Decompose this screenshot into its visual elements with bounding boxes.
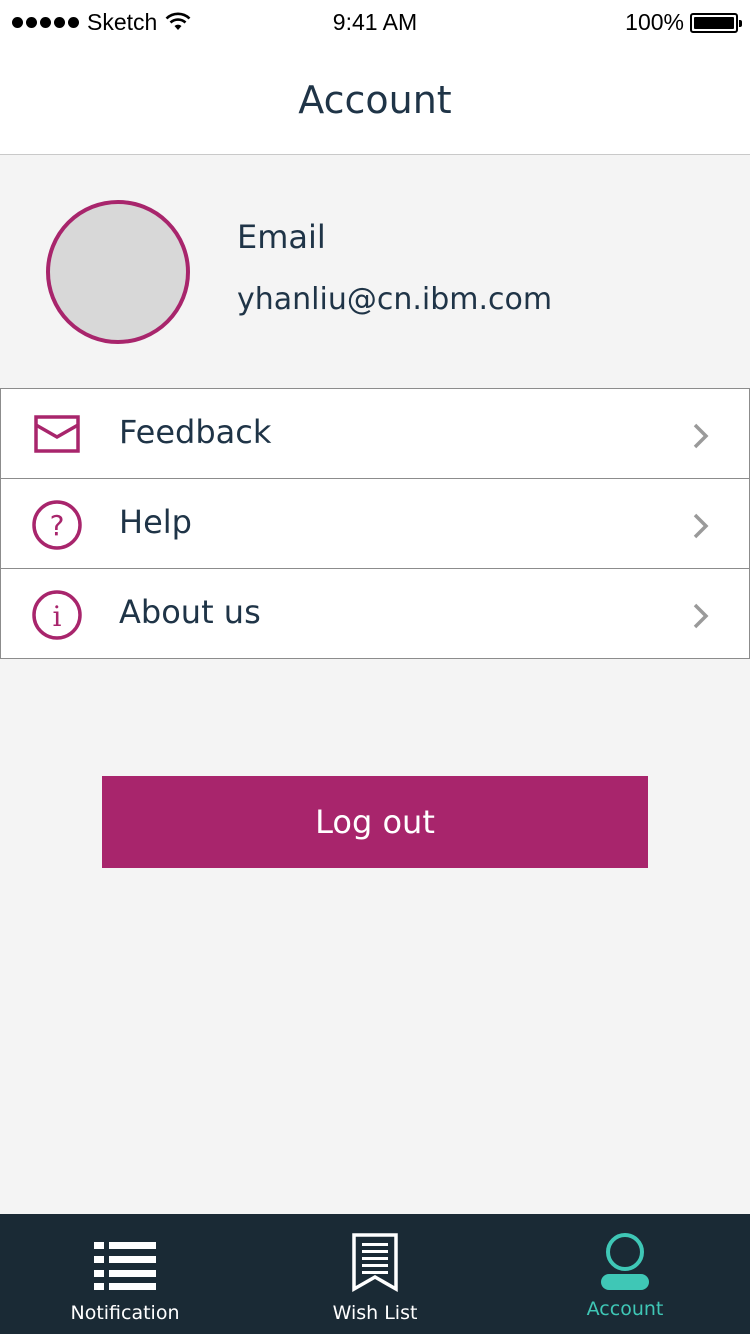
avatar[interactable] <box>46 200 190 344</box>
bookmark-document-icon <box>352 1233 398 1292</box>
battery-icon <box>690 12 742 33</box>
status-right: 100% <box>625 9 742 36</box>
person-icon <box>601 1233 649 1290</box>
tab-label: Wish List <box>332 1302 418 1324</box>
menu-item-help[interactable]: ? Help <box>1 479 749 569</box>
menu-item-label: About us <box>119 593 261 631</box>
email-value: yhanliu@cn.ibm.com <box>237 282 553 317</box>
envelope-icon <box>34 415 80 453</box>
info-icon: i <box>32 590 82 640</box>
page-title: Account <box>298 78 452 122</box>
chevron-right-icon <box>693 603 709 629</box>
svg-text:?: ? <box>50 509 65 542</box>
menu-item-label: Help <box>119 503 192 541</box>
battery-percentage: 100% <box>625 9 684 35</box>
menu-item-feedback[interactable]: Feedback <box>1 389 749 479</box>
email-label: Email <box>237 218 326 256</box>
tab-bar: Notification Wish List Account <box>0 1214 750 1334</box>
tab-account[interactable]: Account <box>500 1214 750 1334</box>
svg-text:i: i <box>53 600 62 633</box>
menu-item-about-us[interactable]: i About us <box>1 569 749 658</box>
list-icon <box>94 1242 156 1290</box>
navigation-bar: Account <box>0 44 750 155</box>
tab-notification[interactable]: Notification <box>0 1214 250 1334</box>
tab-label: Account <box>586 1298 664 1320</box>
tab-wish-list[interactable]: Wish List <box>250 1214 500 1334</box>
chevron-right-icon <box>693 513 709 539</box>
logout-button[interactable]: Log out <box>102 776 648 868</box>
menu-item-label: Feedback <box>119 413 272 451</box>
tab-label: Notification <box>70 1302 180 1324</box>
question-icon: ? <box>32 500 82 550</box>
account-menu-list: Feedback ? Help i About us <box>0 388 750 659</box>
chevron-right-icon <box>693 423 709 449</box>
status-bar: Sketch 9:41 AM 100% <box>0 0 750 44</box>
